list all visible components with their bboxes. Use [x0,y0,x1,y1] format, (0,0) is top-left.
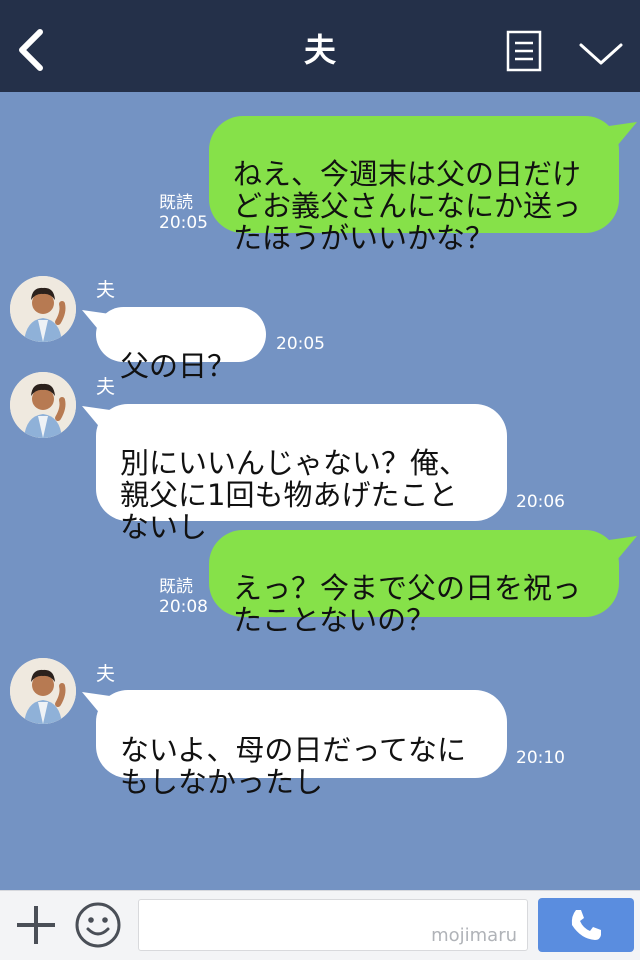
message-time: 20:08 [159,597,208,617]
message-input-bar: mojimaru [0,890,640,960]
message-time: 20:10 [516,748,565,768]
read-receipt: 既読 [159,577,193,597]
chat-area[interactable]: ねえ、今週末は父の日だけ どお義父さんになにか送っ たほうがいいかな？ 既読 2… [0,92,640,890]
incoming-message-bubble[interactable]: 別にいいんじゃない？俺、 親父に1回も物あげたこと ないし [96,404,507,543]
sender-name: 夫 [96,663,116,685]
bubble-tail [609,536,637,560]
incoming-message-bubble[interactable]: ないよ、母の日だってなに もしなかったし [96,690,507,798]
sender-name: 夫 [96,279,116,301]
plus-icon[interactable] [14,903,58,947]
chat-title: 夫 [303,31,336,69]
message-time: 20:06 [516,492,565,512]
smile-icon[interactable] [74,901,122,949]
incoming-message-bubble[interactable]: 父の日？ [96,307,266,382]
note-icon[interactable] [506,30,542,72]
message-text: えっ？今まで父の日を祝っ たことないの？ [233,571,582,637]
message-text: ないよ、母の日だってなに もしなかったし [120,733,466,799]
message-time: 20:05 [159,213,208,233]
outgoing-message-bubble[interactable]: えっ？今まで父の日を祝っ たことないの？ [209,530,619,636]
read-receipt: 既読 [159,193,193,213]
bubble-tail [609,122,637,146]
call-button[interactable] [538,898,634,952]
avatar[interactable] [10,372,76,438]
chat-header: 夫 [0,0,640,92]
message-text: ねえ、今週末は父の日だけ どお義父さんになにか送っ たほうがいいかな？ [233,157,582,255]
phone-icon [571,910,601,940]
watermark-text: mojimaru [431,925,517,946]
message-time: 20:05 [276,334,325,354]
outgoing-message-bubble[interactable]: ねえ、今週末は父の日だけ どお義父さんになにか送っ たほうがいいかな？ [209,116,619,254]
message-input[interactable]: mojimaru [138,899,528,951]
chevron-down-icon[interactable] [578,38,624,68]
avatar[interactable] [10,658,76,724]
avatar[interactable] [10,276,76,342]
sender-name: 夫 [96,376,116,398]
message-text: 父の日？ [120,349,237,383]
